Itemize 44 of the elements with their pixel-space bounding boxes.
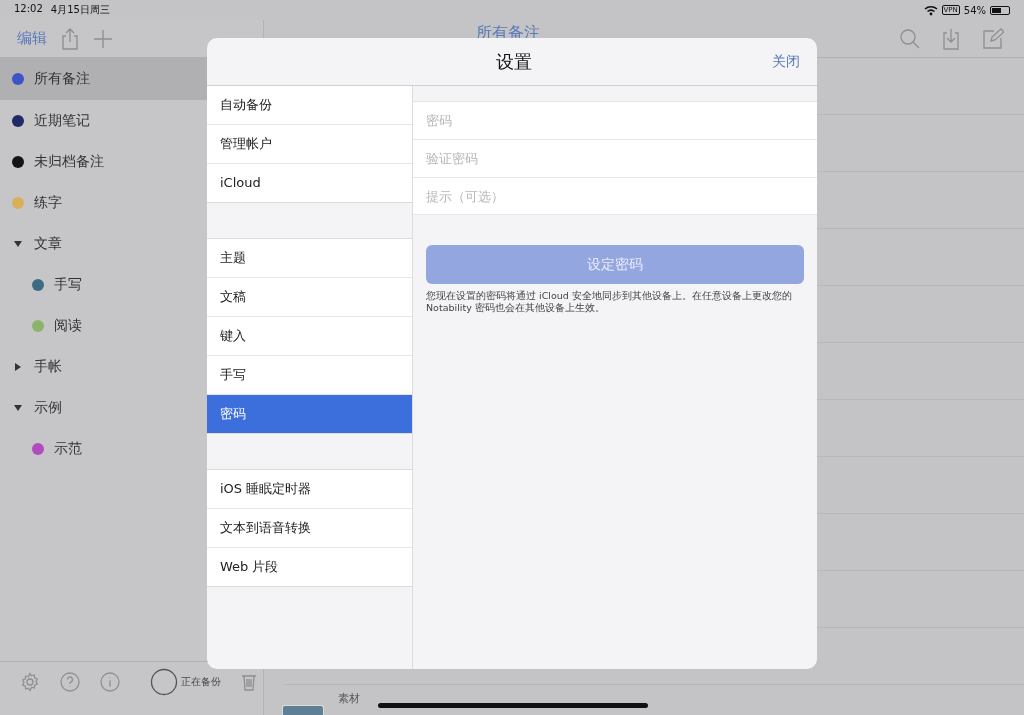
settings-icon[interactable] <box>20 672 40 692</box>
item-label: 阅读 <box>54 316 82 335</box>
wifi-icon <box>923 4 938 16</box>
download-icon[interactable] <box>942 27 960 50</box>
settings-menu-item[interactable]: 键入 <box>207 317 412 356</box>
date-text: 4月15日周三 <box>50 3 110 17</box>
help-text: 您现在设置的密码将通过 iCloud 安全地同步到其他设备上。在任意设备上更改您的 Notability 密码也会在其他设备上生效。 <box>426 290 793 314</box>
input-field[interactable]: 提示（可选） <box>413 177 817 215</box>
item-label: 示例 <box>34 398 62 417</box>
item-label: 练字 <box>34 193 62 212</box>
compose-icon[interactable] <box>982 27 1004 50</box>
note-title[interactable]: 素材 <box>338 691 360 706</box>
note-thumbnail[interactable] <box>282 705 324 715</box>
item-label: 未归档备注 <box>34 152 104 171</box>
settings-menu-item[interactable]: 文稿 <box>207 278 412 317</box>
help-icon[interactable] <box>60 672 80 692</box>
item-label: 所有备注 <box>34 70 90 88</box>
settings-menu-item[interactable]: iCloud <box>207 164 412 202</box>
add-icon[interactable] <box>93 28 113 49</box>
item-label: 手写 <box>54 275 82 294</box>
settings-menu-item[interactable]: iOS 睡眠定时器 <box>207 470 412 509</box>
item-label: 文章 <box>34 234 62 253</box>
battery-icon <box>990 5 1010 15</box>
settings-menu-item[interactable]: 管理帐户 <box>207 125 412 164</box>
battery-percent: 54% <box>963 4 986 16</box>
clock-time: 12:02 <box>14 3 43 16</box>
search-icon[interactable] <box>900 28 920 49</box>
share-icon[interactable] <box>61 27 79 50</box>
settings-menu-item[interactable]: 主题 <box>207 239 412 278</box>
input-field[interactable]: 密码 <box>413 101 817 139</box>
settings-menu-item[interactable]: 自动备份 <box>207 86 412 125</box>
item-label: 近期笔记 <box>34 111 90 130</box>
info-icon[interactable] <box>100 672 120 692</box>
backup-status: 正在备份 <box>181 675 221 689</box>
close-button[interactable]: 关闭 <box>772 52 800 71</box>
settings-menu-item[interactable]: Web 片段 <box>207 548 412 586</box>
settings-menu-item[interactable]: 密码 <box>207 395 412 433</box>
item-label: 手帐 <box>34 357 62 376</box>
trash-icon[interactable] <box>241 673 257 691</box>
progress-ring-icon <box>150 668 178 696</box>
dialog-title: 设置 <box>496 49 532 74</box>
settings-menu-item[interactable]: 文本到语音转换 <box>207 509 412 548</box>
item-label: 示范 <box>54 439 82 458</box>
input-field[interactable]: 验证密码 <box>413 139 817 177</box>
